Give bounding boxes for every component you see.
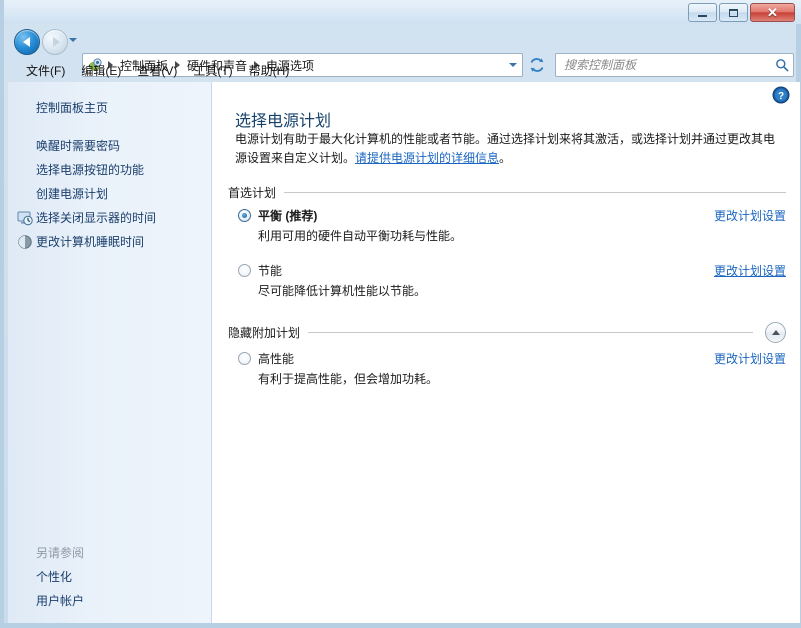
collapse-additional-plans-button[interactable] <box>765 322 786 343</box>
section-label: 隐藏附加计划 <box>228 326 301 340</box>
power-plan-description: 利用可用的硬件自动平衡功耗与性能。 <box>258 229 463 243</box>
sidebar: 控制面板主页 唤醒时需要密码 选择电源按钮的功能 创建电源计划 选择关闭显示器的… <box>8 82 212 623</box>
change-plan-settings-link-power-saver[interactable]: 更改计划设置 <box>714 262 786 279</box>
power-plan-name[interactable]: 高性能 <box>258 350 294 367</box>
section-divider <box>284 192 786 193</box>
forward-button[interactable] <box>42 29 68 55</box>
menu-help[interactable]: 帮助(H) <box>241 59 298 82</box>
section-label: 首选计划 <box>228 186 277 200</box>
section-header-hide-additional-plans: 隐藏附加计划 <box>228 322 786 343</box>
menu-file[interactable]: 文件(F) <box>18 59 73 82</box>
menu-view[interactable]: 查看(V) <box>129 59 185 82</box>
help-icon: ? <box>772 86 790 104</box>
power-plan-header[interactable]: 节能 <box>238 262 786 279</box>
main-panel: ? 选择电源计划 电源计划有助于最大化计算机的性能或者节能。通过选择计划来将其激… <box>213 82 800 623</box>
power-plan-header[interactable]: 平衡 (推荐) <box>238 207 786 224</box>
see-also-section: 另请参阅 个性化 用户帐户 <box>8 541 212 613</box>
sidebar-item-choose-display-off-time[interactable]: 选择关闭显示器的时间 <box>8 206 211 230</box>
change-plan-settings-link-high-performance[interactable]: 更改计划设置 <box>714 350 786 367</box>
sidebar-item-choose-power-button-action[interactable]: 选择电源按钮的功能 <box>8 158 211 182</box>
maximize-button[interactable] <box>719 3 748 22</box>
arrow-left-icon <box>22 37 30 47</box>
minimize-icon <box>698 14 707 17</box>
menu-edit[interactable]: 编辑(E) <box>73 59 129 82</box>
power-plan-header[interactable]: 高性能 <box>238 350 786 367</box>
power-plan-description: 有利于提高性能，但会增加功耗。 <box>258 372 439 386</box>
power-plan-row-high-performance: 高性能 有利于提高性能，但会增加功耗。 更改计划设置 <box>238 350 786 387</box>
sidebar-item-personalization[interactable]: 个性化 <box>8 565 212 589</box>
section-header-preferred-plans: 首选计划 <box>228 184 786 201</box>
chevron-up-icon <box>771 330 780 335</box>
power-plan-row-balanced: 平衡 (推荐) 利用可用的硬件自动平衡功耗与性能。 更改计划设置 <box>238 207 786 244</box>
close-icon: ✕ <box>767 5 778 20</box>
menu-bar: 文件(F) 编辑(E) 查看(V) 工具(T) 帮助(H) <box>4 58 801 82</box>
maximize-icon <box>729 8 738 17</box>
title-bar: ✕ <box>4 0 801 24</box>
sidebar-item-require-password-on-wakeup[interactable]: 唤醒时需要密码 <box>8 134 211 158</box>
sidebar-item-label: 更改计算机睡眠时间 <box>36 235 145 249</box>
menu-tools[interactable]: 工具(T) <box>185 59 240 82</box>
section-divider <box>308 332 753 333</box>
sidebar-item-change-sleep-time[interactable]: 更改计算机睡眠时间 <box>8 230 211 254</box>
see-also-title: 另请参阅 <box>36 546 85 560</box>
sidebar-item-create-power-plan[interactable]: 创建电源计划 <box>8 182 211 206</box>
clock-monitor-icon <box>17 210 33 226</box>
page-title: 选择电源计划 <box>235 113 332 130</box>
page-description-suffix: 。 <box>499 151 512 165</box>
control-panel-window: ✕ 控制面板 硬件和声音 电源选项 搜索控制面板 文件(F) 编辑(E) 查看(… <box>0 0 801 628</box>
close-button[interactable]: ✕ <box>750 3 795 22</box>
svg-text:?: ? <box>778 91 784 102</box>
window-controls: ✕ <box>688 3 795 22</box>
change-plan-settings-link-balanced[interactable]: 更改计划设置 <box>714 207 786 224</box>
radio-power-saver[interactable] <box>238 264 251 277</box>
minimize-button[interactable] <box>688 3 717 22</box>
power-plan-row-power-saver: 节能 尽可能降低计算机性能以节能。 更改计划设置 <box>238 262 786 299</box>
navigation-bar: 控制面板 硬件和声音 电源选项 <box>4 24 801 77</box>
back-button[interactable] <box>14 29 40 55</box>
power-plan-name[interactable]: 节能 <box>258 262 282 279</box>
page-description: 电源计划有助于最大化计算机的性能或者节能。通过选择计划来将其激活，或选择计划并通… <box>235 130 783 168</box>
power-plan-name[interactable]: 平衡 (推荐) <box>258 207 317 224</box>
power-plan-description: 尽可能降低计算机性能以节能。 <box>258 284 427 298</box>
sidebar-item-label: 选择关闭显示器的时间 <box>36 211 157 225</box>
radio-balanced[interactable] <box>238 209 251 222</box>
power-plan-details-link[interactable]: 请提供电源计划的详细信息 <box>355 151 499 165</box>
content-frame: 控制面板主页 唤醒时需要密码 选择电源按钮的功能 创建电源计划 选择关闭显示器的… <box>8 82 800 623</box>
recent-locations-dropdown-icon[interactable] <box>69 38 77 42</box>
moon-sleep-icon <box>17 234 33 250</box>
radio-high-performance[interactable] <box>238 352 251 365</box>
help-button[interactable]: ? <box>772 86 790 104</box>
sidebar-item-user-accounts[interactable]: 用户帐户 <box>8 589 212 613</box>
sidebar-item-control-panel-home[interactable]: 控制面板主页 <box>8 96 211 120</box>
arrow-right-icon <box>52 37 60 47</box>
